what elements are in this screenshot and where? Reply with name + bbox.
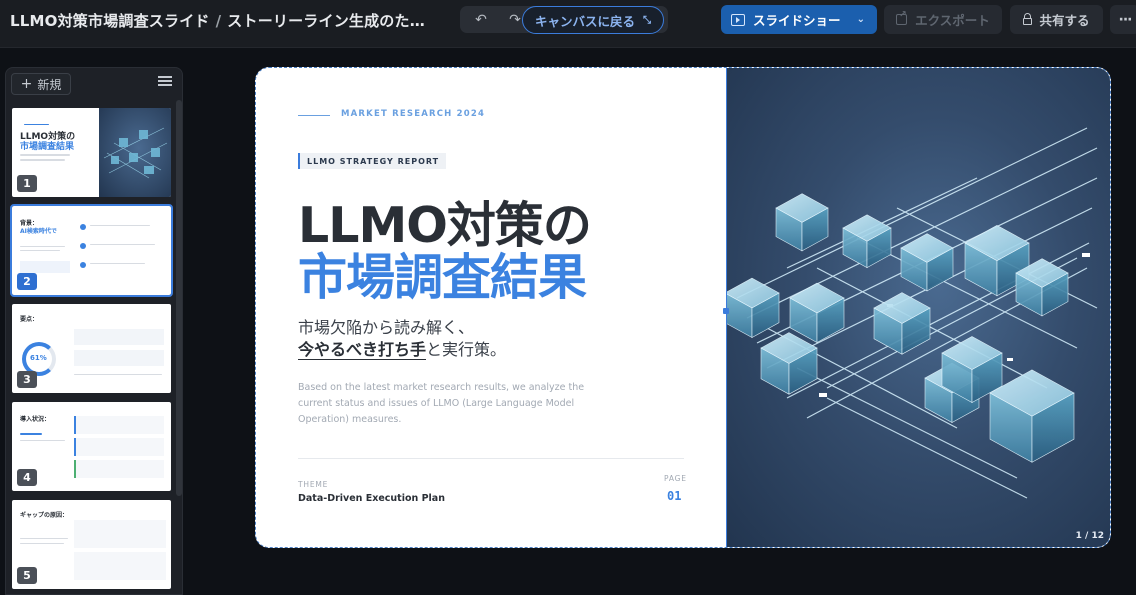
slide-thumbnail-5[interactable]: ギャップの原因： 5: [12, 500, 171, 589]
thumb-card: [74, 329, 164, 345]
theme-value[interactable]: Data-Driven Execution Plan: [298, 493, 445, 504]
page-title-text: ストーリーライン生成のた…: [227, 12, 425, 30]
page-value: 01: [667, 489, 682, 503]
undo-icon: ↶: [475, 11, 487, 28]
thumb-accent-line: [20, 433, 42, 435]
doc-title-text: LLMO対策市場調査スライド: [10, 12, 210, 30]
cube-network-icon: [103, 127, 168, 179]
thumb-bullet: [80, 262, 86, 268]
slide-number-badge: 4: [17, 469, 37, 486]
sidebar-scrollbar[interactable]: [176, 100, 182, 496]
slideshow-label: スライドショー: [753, 13, 841, 28]
thumb-text-line: [20, 246, 65, 247]
slide-number-badge: 1: [17, 175, 37, 192]
share-label: 共有する: [1039, 13, 1090, 28]
thumb-title-b: AI検索時代で: [20, 228, 57, 235]
thumb-text-line: [90, 244, 155, 245]
footer-divider: [298, 458, 684, 459]
top-bar: LLMO対策市場調査スライド / ストーリーライン生成のた… ↶ ↷ キャンバスに戻…: [0, 0, 1136, 48]
thumb-kicker-line: [24, 124, 49, 125]
plus-icon: +: [20, 76, 33, 92]
thumb-step: [74, 438, 164, 456]
kicker-line: [298, 115, 330, 116]
thumb-step: [74, 416, 164, 434]
thumb-title-b: 市場調査結果: [20, 142, 75, 152]
thumb-title-a: ギャップの原因：: [20, 512, 69, 519]
external-link-icon: [896, 10, 908, 25]
back-to-canvas-label: キャンバスに戻る: [534, 13, 635, 29]
thumb-bullet: [80, 224, 86, 230]
resize-handle[interactable]: [723, 308, 729, 314]
back-to-canvas-button[interactable]: キャンバスに戻る ⤡: [522, 6, 664, 34]
slide-subtitle-line2[interactable]: 今やるべき打ち手と実行策。: [298, 336, 506, 360]
new-slide-label: 新規: [37, 77, 62, 92]
thumb-card: [74, 520, 166, 548]
thumb-callout: [20, 261, 70, 273]
thumb-title-a: 要点：: [20, 316, 39, 323]
thumb-text-line: [20, 538, 68, 539]
slide-thumbnail-panel: + 新規 LLMO対策の 市場調査結果 1 背景： AI検索時代で 2 要点： …: [5, 67, 183, 595]
share-button[interactable]: 共有する: [1010, 5, 1103, 34]
new-slide-button[interactable]: + 新規: [11, 73, 71, 95]
thumb-text-line: [74, 374, 162, 375]
thumb-text-line: [20, 159, 65, 161]
slide-number-badge: 3: [17, 371, 37, 388]
slide-description[interactable]: Based on the latest market research resu…: [298, 380, 608, 428]
title-separator: /: [215, 12, 222, 30]
subtitle-emphasis: 今やるべき打ち手: [298, 340, 427, 360]
slide-canvas[interactable]: MARKET RESEARCH 2024 LLMO STRATEGY REPOR…: [255, 67, 1111, 548]
thumb-title-a: 導入状況：: [20, 416, 51, 423]
slide-thumbnail-2[interactable]: 背景： AI検索時代で 2: [10, 204, 173, 297]
play-icon: [731, 13, 745, 26]
page-label: PAGE: [664, 474, 687, 483]
slide-subtitle-line1[interactable]: 市場欠陥から読み解く、: [298, 314, 474, 338]
slideshow-button[interactable]: スライドショー ⌄: [721, 5, 877, 34]
thumb-text-line: [90, 225, 150, 226]
report-tag[interactable]: LLMO STRATEGY REPORT: [298, 153, 447, 169]
export-button[interactable]: エクスポート: [884, 5, 1002, 34]
thumb-card: [74, 552, 166, 580]
slide-text-panel: MARKET RESEARCH 2024 LLMO STRATEGY REPOR…: [256, 68, 727, 547]
slide-number-badge: 5: [17, 567, 37, 584]
slide-thumbnail-1[interactable]: LLMO対策の 市場調査結果 1: [12, 108, 171, 197]
more-options-button[interactable]: ···: [1110, 5, 1136, 34]
thumb-text-line: [20, 543, 64, 544]
thumb-card: [74, 350, 164, 366]
slide-hero-image[interactable]: 1 / 12: [724, 68, 1110, 547]
slide-thumbnail-3[interactable]: 要点： 61% 3: [12, 304, 171, 393]
thumb-text-line: [20, 250, 60, 251]
subtitle-tail: と実行策。: [426, 340, 507, 359]
undo-button[interactable]: ↶: [468, 6, 494, 33]
thumb-step: [74, 460, 164, 478]
thumb-text-line: [20, 440, 65, 441]
chevron-down-icon[interactable]: ⌄: [857, 14, 865, 25]
slide-thumbnail-4[interactable]: 導入状況： 4: [12, 402, 171, 491]
thumb-bullet: [80, 243, 86, 249]
more-icon: ···: [1118, 11, 1133, 28]
slide-number-badge: 2: [17, 273, 37, 290]
theme-label: THEME: [298, 480, 329, 489]
slide-page-counter: 1 / 12: [1075, 531, 1104, 541]
thumb-text-line: [90, 263, 145, 264]
panel-toggle-icon[interactable]: [158, 76, 172, 88]
cube-group: [724, 193, 1075, 463]
kicker-text[interactable]: MARKET RESEARCH 2024: [341, 109, 485, 119]
thumb-percent: 61%: [30, 354, 47, 362]
lock-icon: [1023, 13, 1033, 25]
isometric-cube-network-illustration: [724, 127, 1098, 499]
redo-icon: ↷: [509, 11, 521, 28]
export-label: エクスポート: [915, 13, 990, 28]
document-title[interactable]: LLMO対策市場調査スライド / ストーリーライン生成のた…: [10, 10, 425, 31]
slide-title-line2[interactable]: 市場調査結果: [298, 238, 587, 309]
thumb-text-line: [20, 154, 70, 156]
thumbnail-image: [99, 108, 171, 197]
collapse-icon: ⤡: [643, 14, 651, 26]
